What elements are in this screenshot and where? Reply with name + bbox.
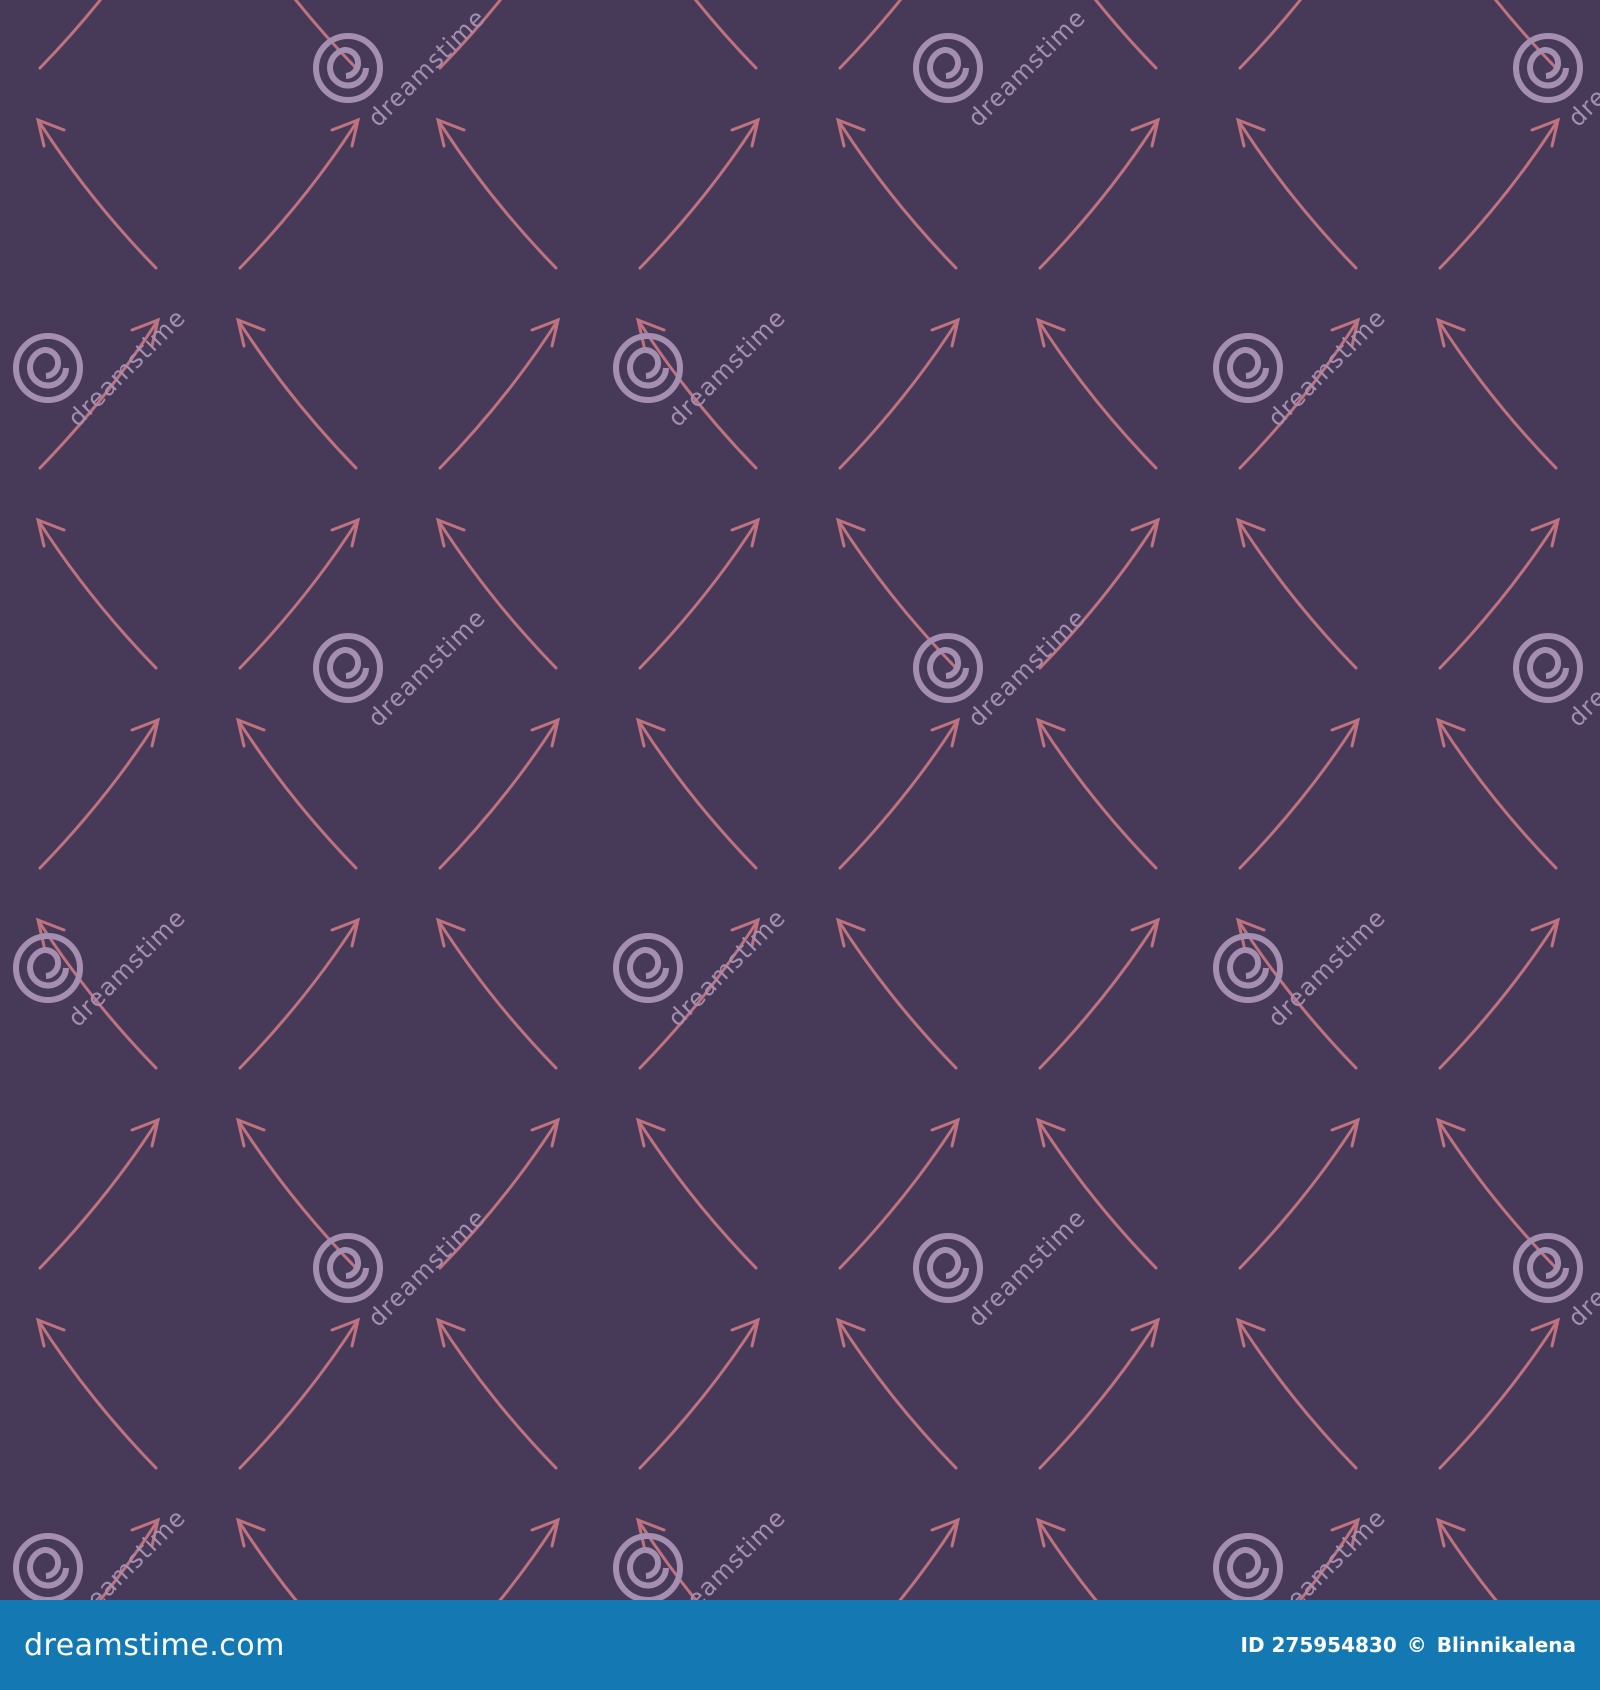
arrow-pattern: dreamstime dreamstimedreamstime dreamstime… <box>0 0 1600 1600</box>
pattern-background <box>0 0 1600 1600</box>
image-id: ID 275954830 <box>1240 1633 1397 1657</box>
footer-bar: dreamstime.com ID 275954830 © Blinnikale… <box>0 1600 1600 1690</box>
footer-brand: dreamstime.com <box>24 1627 285 1663</box>
stock-image: dreamstime dreamstime dreamstime dreamstime… <box>0 0 1600 1690</box>
author-name: Blinnikalena <box>1436 1633 1576 1657</box>
footer-credit: ID 275954830 © Blinnikalena <box>1241 1633 1577 1657</box>
copyright-symbol: © <box>1406 1633 1427 1657</box>
